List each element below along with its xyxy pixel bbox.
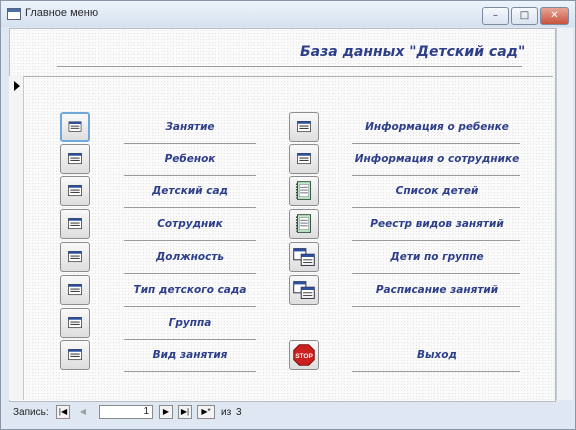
row-divider	[352, 143, 520, 144]
maximize-button[interactable]: □	[511, 7, 538, 25]
last-record-button[interactable]: ▶|	[178, 405, 192, 419]
previous-record-button[interactable]: ◀	[76, 405, 90, 419]
left-item-1-button[interactable]	[60, 112, 90, 142]
left-item-3-button[interactable]	[60, 176, 90, 206]
row-divider	[124, 339, 256, 340]
left-item-4-button[interactable]	[60, 209, 90, 239]
page-title: База данных "Детский сад"	[300, 44, 526, 60]
right-item-6-label[interactable]: Расписание занятий	[352, 284, 522, 296]
row-divider	[124, 371, 256, 372]
right-item-5-button[interactable]	[289, 242, 319, 272]
report-icon	[295, 181, 311, 200]
right-item-3-label[interactable]: Список детей	[352, 185, 522, 197]
report-icon	[295, 214, 311, 233]
form-icon	[68, 284, 82, 296]
left-item-6-label[interactable]: Тип детского сада	[120, 284, 260, 296]
left-item-3-label[interactable]: Детский сад	[120, 185, 260, 197]
form-window-icon	[7, 8, 21, 20]
row-divider	[124, 143, 256, 144]
row-divider	[352, 371, 520, 372]
window-title: Главное меню	[25, 7, 99, 19]
form-body	[9, 28, 556, 402]
row-divider	[352, 207, 520, 208]
left-item-7-label[interactable]: Группа	[120, 317, 260, 329]
next-record-button[interactable]: ▶	[159, 405, 173, 419]
form-icon	[68, 153, 82, 165]
total-records: 3	[236, 407, 242, 418]
record-label: Запись:	[13, 407, 49, 418]
form-icon	[68, 251, 82, 263]
row-divider	[124, 175, 256, 176]
row-divider	[124, 240, 256, 241]
current-record-arrow-icon	[14, 81, 20, 91]
minimize-button[interactable]: –	[482, 7, 509, 25]
record-navigation-bar: Запись: |◀ ◀ 1 ▶ ▶| ▶* из 3	[9, 403, 569, 423]
left-item-6-button[interactable]	[60, 275, 90, 305]
row-divider	[352, 306, 520, 307]
right-item-4-button[interactable]	[289, 209, 319, 239]
header-underline	[57, 66, 522, 67]
svg-text:STOP: STOP	[295, 353, 313, 360]
row-divider	[124, 273, 256, 274]
new-record-button[interactable]: ▶*	[197, 405, 215, 419]
of-label: из	[221, 407, 232, 418]
stop-icon: STOP	[293, 344, 315, 366]
row-divider	[352, 175, 520, 176]
title-bar: Главное меню – □ ✕	[1, 1, 575, 27]
current-record-field[interactable]: 1	[99, 405, 153, 419]
row-divider	[124, 207, 256, 208]
vertical-scrollbar[interactable]	[556, 28, 573, 400]
left-item-4-label[interactable]: Сотрудник	[120, 218, 260, 230]
form-icon	[68, 185, 82, 197]
right-item-1-button[interactable]	[289, 112, 319, 142]
first-record-button[interactable]: |◀	[56, 405, 70, 419]
right-item-1-label[interactable]: Информация о ребенке	[352, 121, 522, 133]
left-item-8-button[interactable]	[60, 340, 90, 370]
multi-form-icon	[293, 248, 315, 266]
left-item-2-button[interactable]	[60, 144, 90, 174]
form-icon	[297, 121, 311, 133]
right-item-5-label[interactable]: Дети по группе	[352, 251, 522, 263]
left-item-5-button[interactable]	[60, 242, 90, 272]
right-item-7-button[interactable]: STOP	[289, 340, 319, 370]
right-item-6-button[interactable]	[289, 275, 319, 305]
left-item-8-label[interactable]: Вид занятия	[120, 349, 260, 361]
right-item-2-button[interactable]	[289, 144, 319, 174]
multi-form-icon	[293, 281, 315, 299]
right-item-7-label[interactable]: Выход	[352, 349, 522, 361]
form-icon	[297, 153, 311, 165]
form-icon	[68, 218, 82, 230]
row-divider	[124, 306, 256, 307]
record-selector[interactable]	[9, 76, 24, 400]
section-divider	[10, 76, 553, 77]
left-item-5-label[interactable]: Должность	[120, 251, 260, 263]
left-item-2-label[interactable]: Ребенок	[120, 153, 260, 165]
left-item-7-button[interactable]	[60, 308, 90, 338]
left-item-1-label[interactable]: Занятие	[120, 121, 260, 133]
row-divider	[352, 273, 520, 274]
right-item-2-label[interactable]: Информация о сотруднике	[352, 153, 522, 165]
row-divider	[352, 240, 520, 241]
form-icon	[68, 317, 82, 329]
right-item-3-button[interactable]	[289, 176, 319, 206]
close-button[interactable]: ✕	[540, 7, 569, 25]
right-item-4-label[interactable]: Реестр видов занятий	[352, 218, 522, 230]
form-icon	[68, 349, 82, 361]
form-icon	[68, 121, 82, 132]
